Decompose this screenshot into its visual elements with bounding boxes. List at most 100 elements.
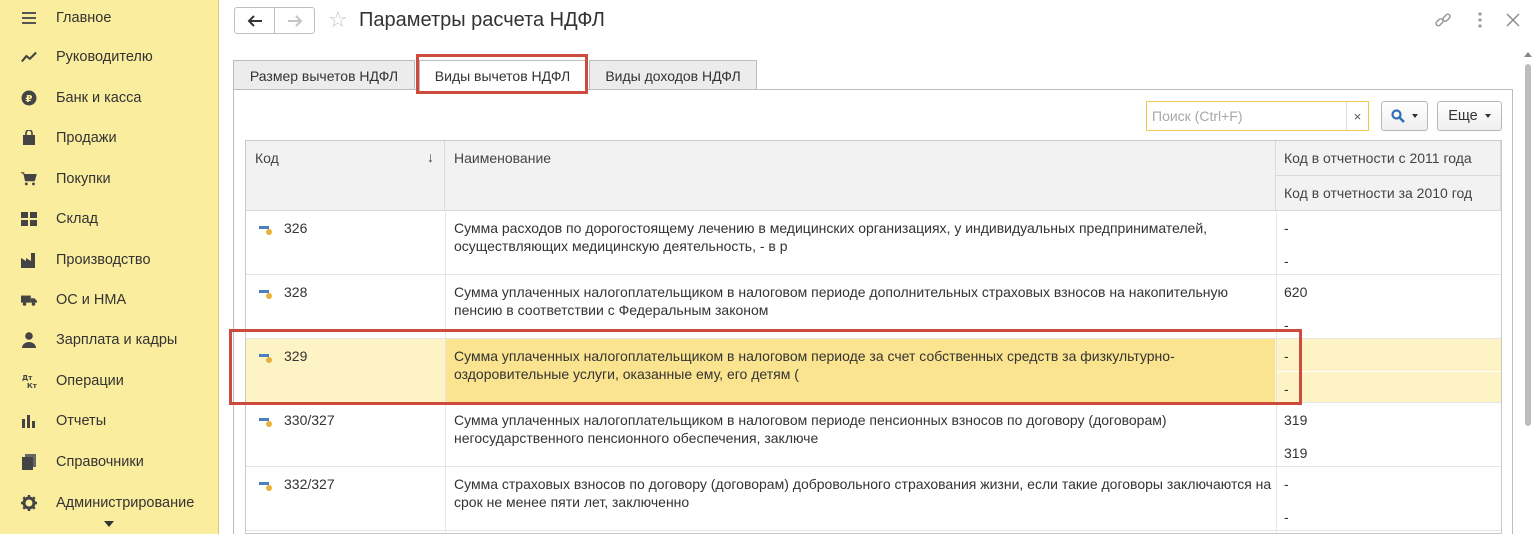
sidebar-item-bank[interactable]: ₽ Банк и касса <box>0 80 218 116</box>
ruble-coin-icon: ₽ <box>21 90 37 106</box>
factory-icon <box>21 252 37 268</box>
table-row[interactable]: 332/327 Сумма страховых взносов по догов… <box>246 467 1501 531</box>
deductions-table: Код ↓ Наименование Код в отчетности с 20… <box>245 140 1502 534</box>
svg-text:Дт: Дт <box>22 374 33 382</box>
search-button[interactable] <box>1381 101 1428 131</box>
cell-name: Сумма уплаченных налогоплательщиком в на… <box>454 412 1167 446</box>
link-icon[interactable] <box>1433 10 1453 30</box>
column-header-code-2010[interactable]: Код в отчетности за 2010 год <box>1276 176 1501 211</box>
svg-text:₽: ₽ <box>26 94 33 105</box>
close-icon[interactable] <box>1503 10 1523 30</box>
sidebar-item-label: Продажи <box>56 130 117 146</box>
column-header-code-2011[interactable]: Код в отчетности с 2011 года <box>1276 141 1501 176</box>
cell-name: Сумма расходов по дорогостоящему лечению… <box>454 220 1208 254</box>
table-row[interactable]: 328 Сумма уплаченных налогоплательщиком … <box>246 275 1501 339</box>
tab-deduction-sizes[interactable]: Размер вычетов НДФЛ <box>233 60 415 90</box>
column-divider <box>445 211 446 533</box>
back-button[interactable] <box>234 7 275 34</box>
chevron-down-icon <box>1412 114 1418 118</box>
table-row[interactable]: 326 Сумма расходов по дорогостоящему леч… <box>246 211 1501 275</box>
sidebar-item-label: Главное <box>56 10 112 26</box>
shopping-bag-icon <box>21 130 37 146</box>
chevron-down-icon <box>1484 114 1491 118</box>
column-header-label: Код <box>255 150 279 166</box>
sidebar-item-label: Справочники <box>56 454 144 470</box>
table-row-selected[interactable]: 329 Сумма уплаченных налогоплательщиком … <box>246 339 1501 403</box>
sidebar-item-assets[interactable]: ОС и НМА <box>0 282 218 318</box>
sidebar-item-manager[interactable]: Руководителю <box>0 39 218 75</box>
deduction-type-icon <box>259 226 272 235</box>
forward-button[interactable] <box>274 7 315 34</box>
more-button[interactable]: Еще <box>1437 101 1502 131</box>
sidebar-item-label: ОС и НМА <box>56 292 127 308</box>
favorite-star-icon[interactable]: ☆ <box>328 7 348 33</box>
sidebar-item-purchases[interactable]: Покупки <box>0 161 218 197</box>
warehouse-grid-icon <box>21 211 37 227</box>
sidebar-item-label: Отчеты <box>56 413 107 429</box>
sidebar-item-sales[interactable]: Продажи <box>0 120 218 156</box>
trend-chart-icon <box>21 49 37 65</box>
cell-code: 329 <box>284 348 308 364</box>
svg-text:Кт: Кт <box>27 382 37 389</box>
cell-code: 332/327 <box>284 476 335 492</box>
deduction-type-icon <box>259 354 272 363</box>
sort-arrow-icon: ↓ <box>427 149 434 165</box>
cell-code-2010: - <box>1284 381 1289 397</box>
subrow-divider <box>1276 371 1501 372</box>
search-input[interactable] <box>1147 102 1346 130</box>
sidebar-item-label: Покупки <box>56 171 111 187</box>
search-clear-button[interactable]: × <box>1346 102 1368 130</box>
sidebar-item-warehouse[interactable]: Склад <box>0 201 218 237</box>
scroll-up-arrow-icon[interactable] <box>1524 52 1532 57</box>
more-vertical-icon[interactable] <box>1470 10 1490 30</box>
cell-name: Сумма уплаченных налогоплательщиком в на… <box>454 284 1229 318</box>
deduction-type-icon <box>259 290 272 299</box>
tab-income-types[interactable]: Виды доходов НДФЛ <box>589 60 757 90</box>
column-header-name[interactable]: Наименование <box>445 141 1276 211</box>
sidebar-item-references[interactable]: Справочники <box>0 444 218 480</box>
cell-code-2011: - <box>1284 476 1289 492</box>
table-row[interactable]: 330/327 Сумма уплаченных налогоплательщи… <box>246 403 1501 467</box>
dt-kt-icon: Дт Кт <box>21 373 37 389</box>
sidebar-item-label: Администрирование <box>56 495 195 511</box>
cell-code-2011: - <box>1284 348 1289 364</box>
cell-code-2011: 620 <box>1284 284 1308 300</box>
tab-deduction-types[interactable]: Виды вычетов НДФЛ <box>419 60 586 91</box>
sidebar-scroll-down[interactable] <box>0 514 218 534</box>
cell-name: Сумма страховых взносов по договору (дог… <box>454 476 1272 510</box>
cell-code: 330/327 <box>284 412 335 428</box>
arrow-left-icon <box>247 14 262 27</box>
vertical-scrollbar[interactable] <box>1522 52 1534 534</box>
arrow-right-icon <box>287 14 302 27</box>
column-header-code[interactable]: Код ↓ <box>246 141 445 211</box>
cell-name: Сумма уплаченных налогоплательщиком в на… <box>454 348 1175 382</box>
books-icon <box>21 454 37 470</box>
menu-icon <box>21 10 37 26</box>
cell-code-2010: - <box>1284 253 1289 269</box>
cell-code-2010: - <box>1284 509 1289 525</box>
cell-code-2010: 319 <box>1284 445 1308 461</box>
search-box: × <box>1146 101 1369 131</box>
sidebar-item-label: Банк и касса <box>56 90 142 106</box>
scrollbar-thumb[interactable] <box>1525 64 1531 426</box>
search-icon <box>1391 109 1405 123</box>
deduction-type-icon <box>259 482 272 491</box>
cell-code: 328 <box>284 284 308 300</box>
sidebar-item-label: Зарплата и кадры <box>56 332 178 348</box>
sidebar-item-label: Руководителю <box>56 49 153 65</box>
sidebar-item-operations[interactable]: Дт Кт Операции <box>0 363 218 399</box>
cell-code: 326 <box>284 220 308 236</box>
bar-chart-icon <box>21 413 37 429</box>
cell-code-2010: - <box>1284 317 1289 333</box>
sidebar-item-salary[interactable]: Зарплата и кадры <box>0 322 218 358</box>
sidebar: Главное Руководителю ₽ Банк и касса Прод… <box>0 0 219 534</box>
sidebar-item-production[interactable]: Производство <box>0 242 218 278</box>
more-button-label: Еще <box>1448 108 1478 124</box>
gear-icon <box>21 495 37 511</box>
person-icon <box>21 332 37 348</box>
sidebar-item-label: Производство <box>56 252 151 268</box>
chevron-down-icon <box>104 521 114 527</box>
sidebar-item-label: Склад <box>56 211 98 227</box>
sidebar-item-main[interactable]: Главное <box>0 0 218 36</box>
sidebar-item-reports[interactable]: Отчеты <box>0 403 218 439</box>
